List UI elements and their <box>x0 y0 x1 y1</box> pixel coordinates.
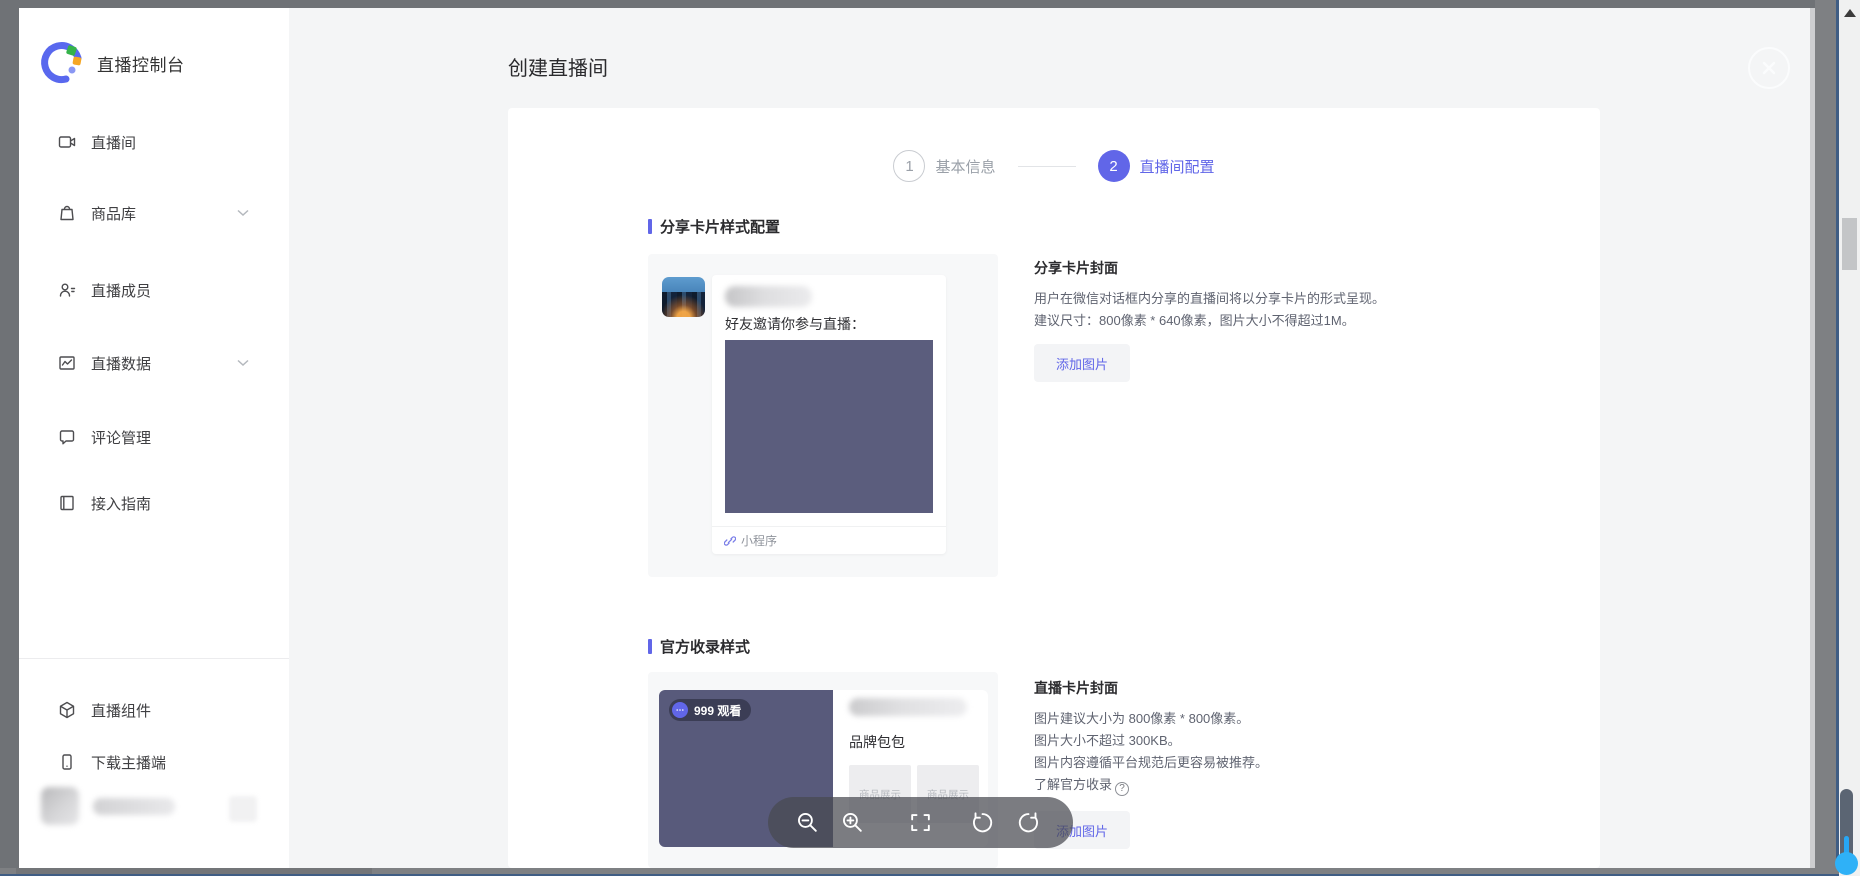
section-bar <box>648 639 652 654</box>
sidebar-item-label: 直播数据 <box>91 353 151 374</box>
share-card-section-heading: 分享卡片样式配置 <box>648 216 780 237</box>
share-cover-desc: 用户在微信对话框内分享的直播间将以分享卡片的形式呈现。 建议尺寸：800像素 *… <box>1034 288 1385 332</box>
chat-name-redacted <box>725 286 812 307</box>
chart-icon <box>57 353 77 373</box>
chevron-down-icon <box>237 359 249 367</box>
official-listing-link-row: 了解官方收录? <box>1034 774 1268 796</box>
sidebar-item-label: 直播间 <box>91 132 136 153</box>
chevron-down-icon <box>237 209 249 217</box>
step-number: 2 <box>1098 150 1130 182</box>
live-dots-icon <box>672 702 688 718</box>
user-name-redacted <box>93 798 175 815</box>
window-frame-left <box>0 8 19 874</box>
info-line: 用户在微信对话框内分享的直播间将以分享卡片的形式呈现。 <box>1034 288 1385 310</box>
mini-program-label: 小程序 <box>741 532 777 549</box>
sidebar-item-access-guide[interactable]: 接入指南 <box>19 489 289 517</box>
page-title: 创建直播间 <box>508 52 608 81</box>
window-frame-top <box>0 0 1839 8</box>
sidebar-item-label: 下载主播端 <box>91 752 166 773</box>
info-line: 图片内容遵循平台规范后更容易被推荐。 <box>1034 752 1268 774</box>
share-card-preview: 好友邀请你参与直播： 小程序 <box>648 254 998 577</box>
inner-scrollbar-thumb[interactable] <box>1815 0 1836 874</box>
official-listing-section-heading: 官方收录样式 <box>648 636 750 657</box>
info-line: 图片建议大小为 800像素 * 800像素。 <box>1034 708 1268 730</box>
account-name-redacted <box>849 698 967 716</box>
sidebar-item-product-library[interactable]: 商品库 <box>19 199 289 227</box>
step-connector <box>1018 166 1076 167</box>
modal-overlay: 创建直播间 1 基本信息 2 直播间配置 <box>289 8 1810 868</box>
section-title: 分享卡片样式配置 <box>660 216 780 237</box>
sidebar-item-label: 直播成员 <box>91 280 151 301</box>
scroll-up-arrow[interactable] <box>1844 9 1856 17</box>
user-extra-redacted <box>229 796 257 822</box>
step-label: 基本信息 <box>935 156 995 177</box>
share-chat-card: 好友邀请你参与直播： 小程序 <box>712 275 946 554</box>
sidebar: 直播控制台 直播间 商品库 <box>19 8 289 868</box>
step-basic-info: 1 基本信息 <box>893 150 995 182</box>
form-panel: 1 基本信息 2 直播间配置 分享卡片样式配置 <box>508 108 1600 868</box>
share-cover-placeholder <box>725 340 933 513</box>
sidebar-item-comment-management[interactable]: 评论管理 <box>19 423 289 451</box>
section-title: 官方收录样式 <box>660 636 750 657</box>
help-icon[interactable]: ? <box>1115 782 1129 796</box>
learn-official-listing-link[interactable]: 了解官方收录 <box>1034 777 1112 792</box>
bag-icon <box>57 203 77 223</box>
phone-icon <box>57 752 77 772</box>
brand-title: 直播控制台 <box>97 51 185 76</box>
rotate-right-icon[interactable] <box>1016 810 1041 835</box>
stepper: 1 基本信息 2 直播间配置 <box>508 108 1600 182</box>
info-title: 分享卡片封面 <box>1034 258 1118 278</box>
section-bar <box>648 219 652 234</box>
sidebar-item-download-broadcaster[interactable]: 下载主播端 <box>19 748 289 776</box>
add-share-image-button[interactable]: 添加图片 <box>1034 344 1130 382</box>
viewer-count: 999 观看 <box>694 702 741 719</box>
sidebar-item-live-room[interactable]: 直播间 <box>19 128 289 156</box>
close-button[interactable] <box>1748 47 1790 89</box>
info-title: 直播卡片封面 <box>1034 678 1118 698</box>
share-cover-info: 分享卡片封面 <box>1034 258 1118 278</box>
user-avatar[interactable] <box>41 787 79 825</box>
comment-icon <box>57 427 77 447</box>
guide-icon <box>57 493 77 513</box>
invite-text: 好友邀请你参与直播： <box>725 314 865 334</box>
brand-logo-icon <box>39 40 85 86</box>
cube-icon <box>57 700 77 720</box>
chat-avatar-image <box>662 277 705 317</box>
sidebar-item-label: 商品库 <box>91 203 136 224</box>
zoom-in-icon[interactable] <box>840 810 865 835</box>
info-line: 建议尺寸：800像素 * 640像素，图片大小不得超过1M。 <box>1034 310 1385 332</box>
close-icon <box>1759 58 1779 78</box>
info-line: 图片大小不超过 300KB。 <box>1034 730 1268 752</box>
live-cover-desc: 图片建议大小为 800像素 * 800像素。 图片大小不超过 300KB。 图片… <box>1034 708 1268 796</box>
sidebar-item-live-data[interactable]: 直播数据 <box>19 349 289 377</box>
app-window: 直播控制台 直播间 商品库 <box>19 8 1810 868</box>
members-icon <box>57 280 77 300</box>
browser-scrollbar <box>1839 0 1860 876</box>
screen: 直播控制台 直播间 商品库 <box>0 0 1860 876</box>
sidebar-divider <box>19 658 289 659</box>
room-title: 品牌包包 <box>849 732 988 752</box>
brand: 直播控制台 <box>39 40 185 86</box>
fullscreen-icon[interactable] <box>908 810 933 835</box>
sidebar-item-live-members[interactable]: 直播成员 <box>19 276 289 304</box>
mini-program-footer: 小程序 <box>712 526 946 554</box>
sidebar-item-live-components[interactable]: 直播组件 <box>19 696 289 724</box>
live-cover-info: 直播卡片封面 <box>1034 678 1118 698</box>
step-room-config: 2 直播间配置 <box>1098 150 1215 182</box>
link-icon <box>724 535 736 547</box>
zoom-out-icon[interactable] <box>795 810 820 835</box>
scroll-indicator-handle[interactable] <box>1835 852 1858 875</box>
step-label: 直播间配置 <box>1140 156 1215 177</box>
sidebar-item-label: 接入指南 <box>91 493 151 514</box>
step-number: 1 <box>893 150 925 182</box>
sidebar-item-label: 评论管理 <box>91 427 151 448</box>
sidebar-item-label: 直播组件 <box>91 700 151 721</box>
rotate-left-icon[interactable] <box>970 810 995 835</box>
image-viewer-toolbar <box>768 797 1073 848</box>
viewer-badge: 999 观看 <box>669 699 751 721</box>
browser-scrollbar-thumb[interactable] <box>1842 218 1857 270</box>
camera-icon <box>57 132 77 152</box>
